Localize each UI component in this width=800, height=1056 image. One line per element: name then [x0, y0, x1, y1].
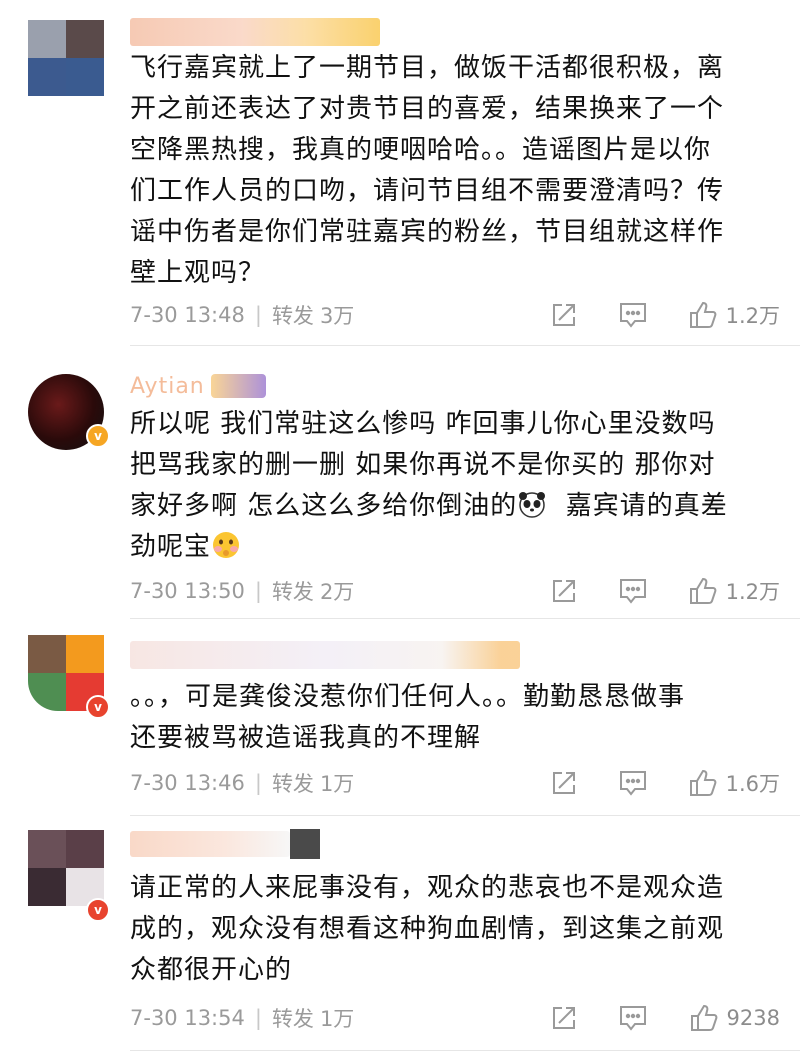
like-button[interactable]: 9238	[689, 1003, 780, 1033]
username-blurred[interactable]	[130, 18, 380, 46]
comment-text-line: 家好多啊 怎么这么多给你倒油的 嘉宾请的真差	[130, 486, 775, 527]
comment-button[interactable]	[618, 301, 648, 329]
avatar[interactable]	[28, 830, 104, 906]
comment-text-line: 开之前还表达了对贵节目的喜爱，结果换来了一个	[130, 94, 725, 124]
like-button[interactable]: 1.2万	[688, 300, 780, 330]
comment-text-line: 。。，可是龚俊没惹你们任何人。。勤勤恳恳做事	[130, 682, 686, 712]
like-icon	[689, 769, 716, 796]
comment-meta: 7-30 13:48 | 转发 3万	[130, 300, 354, 330]
timestamp: 7-30 13:48	[130, 303, 245, 327]
comment-text-segment: 嘉宾请的真差	[547, 491, 728, 521]
comment-meta: 7-30 13:46 | 转发 1万	[130, 768, 354, 798]
hug-emoji-icon	[213, 532, 240, 558]
meta-separator: |	[254, 771, 262, 795]
action-bar: 1.2万	[550, 297, 780, 333]
like-icon	[690, 1004, 717, 1031]
like-count: 1.2万	[725, 580, 780, 604]
comment-text-line: 空降黑热搜，我真的哽咽哈哈。。造谣图片是以你	[130, 135, 712, 165]
share-icon	[553, 580, 575, 602]
like-icon	[689, 301, 716, 328]
meta-separator: |	[254, 579, 262, 603]
divider	[130, 1050, 800, 1051]
comment-button[interactable]	[618, 1004, 648, 1032]
comment-text-line: 还要被骂被造谣我真的不理解	[130, 723, 482, 753]
comment-icon	[620, 1006, 647, 1031]
comment-text-line: 飞行嘉宾就上了一期节目，做饭干活都很积极，离	[130, 53, 725, 83]
comment-item: v 请正常的人来屁事没有，观众的悲哀也不是观众造 成的，观众没有想看这种狗血剧情…	[0, 816, 800, 1056]
repost-count: 1万	[319, 1007, 355, 1031]
repost-label[interactable]: 转发	[272, 300, 314, 330]
comment-item: v Aytian 所以呢 我们常驻这么惨吗 咋回事儿你心里没数吗 把骂我家的删一…	[0, 346, 800, 618]
repost-count: 1万	[319, 772, 355, 796]
repost-label[interactable]: 转发	[272, 576, 314, 606]
share-button[interactable]	[550, 1004, 578, 1032]
comment-text-segment: 劲呢宝	[130, 532, 212, 562]
like-button[interactable]: 1.6万	[688, 768, 780, 798]
comment-icon	[619, 303, 646, 328]
share-icon	[553, 1007, 575, 1029]
comment-text-line: 所以呢 我们常驻这么惨吗 咋回事儿你心里没数吗	[130, 409, 716, 439]
repost-label[interactable]: 转发	[272, 768, 314, 798]
verified-badge-icon: v	[86, 898, 110, 922]
comment-meta: 7-30 13:54 | 转发 1万	[130, 1003, 354, 1033]
username-blur	[130, 831, 290, 857]
comment-text-line: 谣中伤者是你们常驻嘉宾的粉丝，节目组就这样作	[130, 217, 725, 247]
comment-text-line: 众都很开心的	[130, 955, 293, 985]
username: Aytian	[130, 373, 205, 399]
timestamp: 7-30 13:54	[130, 1006, 245, 1030]
action-bar: 1.2万	[550, 573, 780, 609]
timestamp: 7-30 13:46	[130, 771, 245, 795]
share-icon	[553, 772, 575, 794]
comment-text-segment: 家好多啊 怎么这么多给你倒油的	[130, 491, 518, 521]
username-blurred[interactable]	[130, 641, 520, 669]
like-count: 1.6万	[725, 772, 780, 796]
comment-item: v 。。，可是龚俊没惹你们任何人。。勤勤恳恳做事 还要被骂被造谣我真的不理解 7…	[0, 619, 800, 815]
comment-text: 。。，可是龚俊没惹你们任何人。。勤勤恳恳做事 还要被骂被造谣我真的不理解	[130, 677, 775, 759]
like-icon	[689, 577, 716, 604]
timestamp: 7-30 13:50	[130, 579, 245, 603]
like-count: 9238	[726, 1006, 780, 1030]
panda-emoji-icon	[519, 492, 546, 518]
comment-text: 请正常的人来屁事没有，观众的悲哀也不是观众造 成的，观众没有想看这种狗血剧情，到…	[130, 868, 775, 991]
share-button[interactable]	[550, 577, 578, 605]
comment-button[interactable]	[618, 577, 648, 605]
comment-text-line: 劲呢宝	[130, 527, 775, 568]
comment-button[interactable]	[618, 769, 648, 797]
comment-icon	[619, 771, 646, 796]
repost-count: 2万	[319, 580, 355, 604]
share-button[interactable]	[550, 769, 578, 797]
comment-text: 所以呢 我们常驻这么惨吗 咋回事儿你心里没数吗 把骂我家的删一删 如果你再说不是…	[130, 404, 775, 568]
comment-text-line: 们工作人员的口吻，请问节目组不需要澄清吗？传	[130, 176, 725, 206]
repost-count: 3万	[319, 304, 355, 328]
username-blurred[interactable]	[130, 829, 360, 859]
action-bar: 1.6万	[550, 765, 780, 801]
meta-separator: |	[254, 303, 262, 327]
action-bar: 9238	[550, 1000, 780, 1036]
comment-text-line: 壁上观吗？	[130, 258, 266, 288]
comment-text-line: 请正常的人来屁事没有，观众的悲哀也不是观众造	[130, 873, 725, 903]
comment-icon	[619, 579, 646, 604]
comment-text-line: 成的，观众没有想看这种狗血剧情，到这集之前观	[130, 914, 725, 944]
avatar[interactable]	[28, 20, 104, 96]
username-blurred[interactable]: Aytian	[130, 372, 290, 400]
verified-badge-icon: v	[86, 424, 110, 448]
share-icon	[553, 304, 575, 326]
comment-text-line: 把骂我家的删一删 如果你再说不是你买的 那你对	[130, 450, 716, 480]
username-badge-blur	[210, 374, 266, 398]
share-button[interactable]	[550, 301, 578, 329]
comment-meta: 7-30 13:50 | 转发 2万	[130, 576, 354, 606]
like-button[interactable]: 1.2万	[688, 576, 780, 606]
username-badge-blur	[290, 829, 320, 859]
like-count: 1.2万	[725, 304, 780, 328]
comment-text: 飞行嘉宾就上了一期节目，做饭干活都很积极，离 开之前还表达了对贵节目的喜爱，结果…	[130, 48, 775, 294]
comment-item: 飞行嘉宾就上了一期节目，做饭干活都很积极，离 开之前还表达了对贵节目的喜爱，结果…	[0, 0, 800, 345]
verified-badge-icon: v	[86, 695, 110, 719]
meta-separator: |	[254, 1006, 262, 1030]
repost-label[interactable]: 转发	[272, 1003, 314, 1033]
